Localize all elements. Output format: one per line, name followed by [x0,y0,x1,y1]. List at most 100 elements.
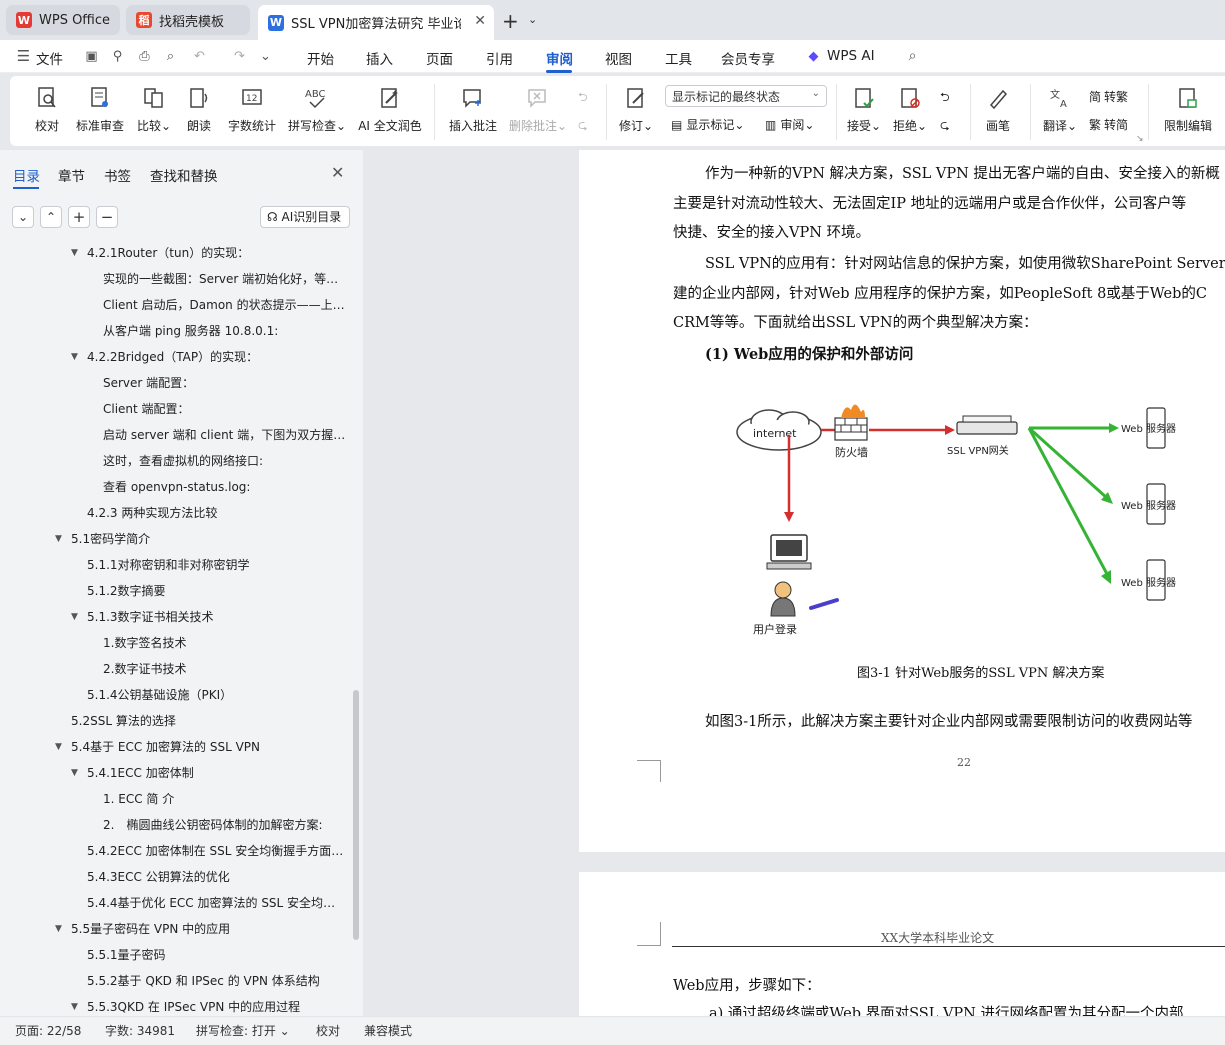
pen-button[interactable]: 画笔 [980,76,1016,146]
toc-expand-toggle-icon[interactable]: ▼ [55,924,65,934]
toc-item[interactable]: 这时，查看虚拟机的网络接口: [103,448,263,474]
dialog-launcher-icon[interactable]: ↘ [1136,134,1144,144]
menu-page[interactable]: 页面 [426,48,453,68]
nav-tab-sections[interactable]: 章节 [58,165,85,185]
word-count[interactable]: 字数: 34981 [105,1022,175,1039]
insert-comment-button[interactable]: 插入批注 [446,76,500,146]
add-heading-icon[interactable]: + [68,206,90,228]
redo-icon[interactable]: ↷ [232,49,247,64]
tab-document[interactable]: W SSL VPN加密算法研究 毕业论 ✕ [258,5,494,40]
toc-item[interactable]: 5.4.2ECC 加密体制在 SSL 安全均衡握手方面的应用 [87,838,346,864]
delete-comment-button[interactable]: 删除批注⌄ [506,76,570,146]
menu-wps-ai[interactable]: WPS AI [827,48,875,64]
toc-item[interactable]: 5.4.1ECC 加密体制 [87,760,194,786]
restrict-edit-button[interactable]: 限制编辑 [1156,76,1220,146]
toc-item[interactable]: Client 端配置： [103,396,190,422]
menu-home[interactable]: 开始 [307,48,334,68]
toc-item[interactable]: 4.2.3 两种实现方法比较 [87,500,217,526]
review-pane-button[interactable]: ▥ 审阅 ⌄ [765,116,814,133]
toc-item[interactable]: 4.2.1Router（tun）的实现： [87,240,249,266]
share-icon[interactable]: ⚲ [110,49,125,64]
nav-tab-find-replace[interactable]: 查找和替换 [150,165,218,185]
toc-expand-toggle-icon[interactable]: ▼ [55,534,65,544]
save-icon[interactable]: ▣ [84,49,99,64]
toc-expand-toggle-icon[interactable]: ▼ [71,352,81,362]
close-tab-icon[interactable]: ✕ [474,13,486,29]
toc-item[interactable]: 1.数字签名技术 [103,630,186,656]
toc-item[interactable]: 启动 server 端和 client 端，下图为双方握手成功... [103,422,346,448]
spell-check-status[interactable]: 拼写检查: 打开 ⌄ [196,1022,290,1039]
toc-item[interactable]: 实现的一些截图：Server 端初始化好，等待 client 接入... [103,266,346,292]
menu-review[interactable]: 审阅 [546,48,573,68]
toc-item[interactable]: 5.4.3ECC 公钥算法的优化 [87,864,230,890]
menu-file[interactable]: 文件 [36,48,63,68]
translate-button[interactable]: 文A 翻译⌄ [1040,76,1080,146]
word-count-button[interactable]: 12 字数统计 [224,76,280,146]
menu-reference[interactable]: 引用 [486,48,513,68]
menu-view[interactable]: 视图 [605,48,632,68]
track-changes-button[interactable]: 修订⌄ [616,76,656,146]
toc-item[interactable]: 5.5量子密码在 VPN 中的应用 [71,916,230,942]
tab-wps-office[interactable]: W WPS Office [6,5,120,35]
toc-expand-toggle-icon[interactable]: ▼ [55,742,65,752]
ai-toc-button[interactable]: ☊ AI识别目录 [260,206,350,228]
page-23[interactable]: XX大学本科毕业论文 Web应用，步骤如下： a) 通过超级终端或Web 界面对… [579,872,1225,1016]
toc-item[interactable]: 5.4.4基于优化 ECC 加密算法的 SSL 安全均衡握手... [87,890,346,916]
toc-item[interactable]: 5.1.2数字摘要 [87,578,166,604]
compare-button[interactable]: 比较⌄ [132,76,176,146]
toc-scrollbar[interactable] [353,690,359,940]
menu-tools[interactable]: 工具 [665,48,692,68]
ai-polish-button[interactable]: AI 全文润色 [356,76,424,146]
toc-item[interactable]: 5.5.1量子密码 [87,942,166,968]
toc-expand-toggle-icon[interactable]: ▼ [71,612,81,622]
spell-check-button[interactable]: ABC 拼写检查⌄ [286,76,348,146]
toc-item[interactable]: 从客户端 ping 服务器 10.8.0.1: [103,318,278,344]
search-icon[interactable]: ⌕ [905,49,920,64]
more-chevron-icon[interactable]: ⌄ [258,49,273,64]
toc-item[interactable]: Client 启动后，Damon 的状态提示——上图为被连接... [103,292,346,318]
hamburger-icon[interactable]: ☰ [16,49,31,64]
page-indicator[interactable]: 页面: 22/58 [15,1022,81,1039]
show-markup-button[interactable]: ▤ 显示标记 ⌄ [671,116,744,133]
close-pane-icon[interactable]: ✕ [331,163,344,182]
next-change-icon[interactable]: ⮎ [940,116,950,137]
expand-all-icon[interactable]: ⌄ [12,206,34,228]
toc-item[interactable]: 5.1.4公钥基础设施（PKI） [87,682,232,708]
collapse-all-icon[interactable]: ⌃ [40,206,62,228]
nav-tab-toc[interactable]: 目录 [13,165,40,185]
tab-docer[interactable]: 稻 找稻壳模板 [126,5,250,35]
markup-mode-select[interactable]: 显示标记的最终状态 ⌄ [665,85,827,107]
menu-insert[interactable]: 插入 [366,48,393,68]
undo-icon[interactable]: ↶ [192,49,207,64]
toc-item[interactable]: 2.数字证书技术 [103,656,186,682]
toc-expand-toggle-icon[interactable]: ▼ [71,248,81,258]
proof-status[interactable]: 校对 [316,1022,340,1039]
toc-item[interactable]: 5.2SSL 算法的选择 [71,708,176,734]
previous-comment-icon[interactable]: ⮌ [578,88,588,109]
to-traditional-button[interactable]: 简 转繁 [1089,88,1128,105]
toc-item[interactable]: 5.5.2基于 QKD 和 IPSec 的 VPN 体系结构 [87,968,320,994]
accept-button[interactable]: 接受⌄ [844,76,884,146]
toc-item[interactable]: 5.1.3数字证书相关技术 [87,604,214,630]
toc-item[interactable]: 5.4基于 ECC 加密算法的 SSL VPN [71,734,260,760]
read-aloud-button[interactable]: 朗读 [182,76,216,146]
toc-item[interactable]: 5.5.3QKD 在 IPSec VPN 中的应用过程 [87,994,300,1016]
toc-item[interactable]: Server 端配置： [103,370,194,396]
toc-expand-toggle-icon[interactable]: ▼ [71,1002,81,1012]
toc-item[interactable]: 5.1.1对称密钥和非对称密钥学 [87,552,250,578]
next-comment-icon[interactable]: ⮎ [578,116,588,137]
proofread-button[interactable]: 校对 [30,76,64,146]
standard-review-button[interactable]: 标准审查 [72,76,128,146]
remove-heading-icon[interactable]: − [96,206,118,228]
toc-item[interactable]: 5.1密码学简介 [71,526,150,552]
toc-expand-toggle-icon[interactable]: ▼ [71,768,81,778]
print-preview-icon[interactable]: ⌕ [163,49,178,64]
chevron-down-icon[interactable]: ⌄ [528,13,537,26]
page-22[interactable]: 作为一种新的VPN 解决方案，SSL VPN 提出无客户端的自由、安全接入的新概… [579,150,1225,852]
previous-change-icon[interactable]: ⮌ [940,88,950,109]
print-icon[interactable]: ⎙ [137,49,152,64]
new-tab-icon[interactable]: + [502,9,519,33]
to-simplified-button[interactable]: 繁 转简 [1089,116,1128,133]
toc-item[interactable]: 查看 openvpn-status.log: [103,474,250,500]
toc-item[interactable]: 2. 椭圆曲线公钥密码体制的加解密方案: [103,812,323,838]
